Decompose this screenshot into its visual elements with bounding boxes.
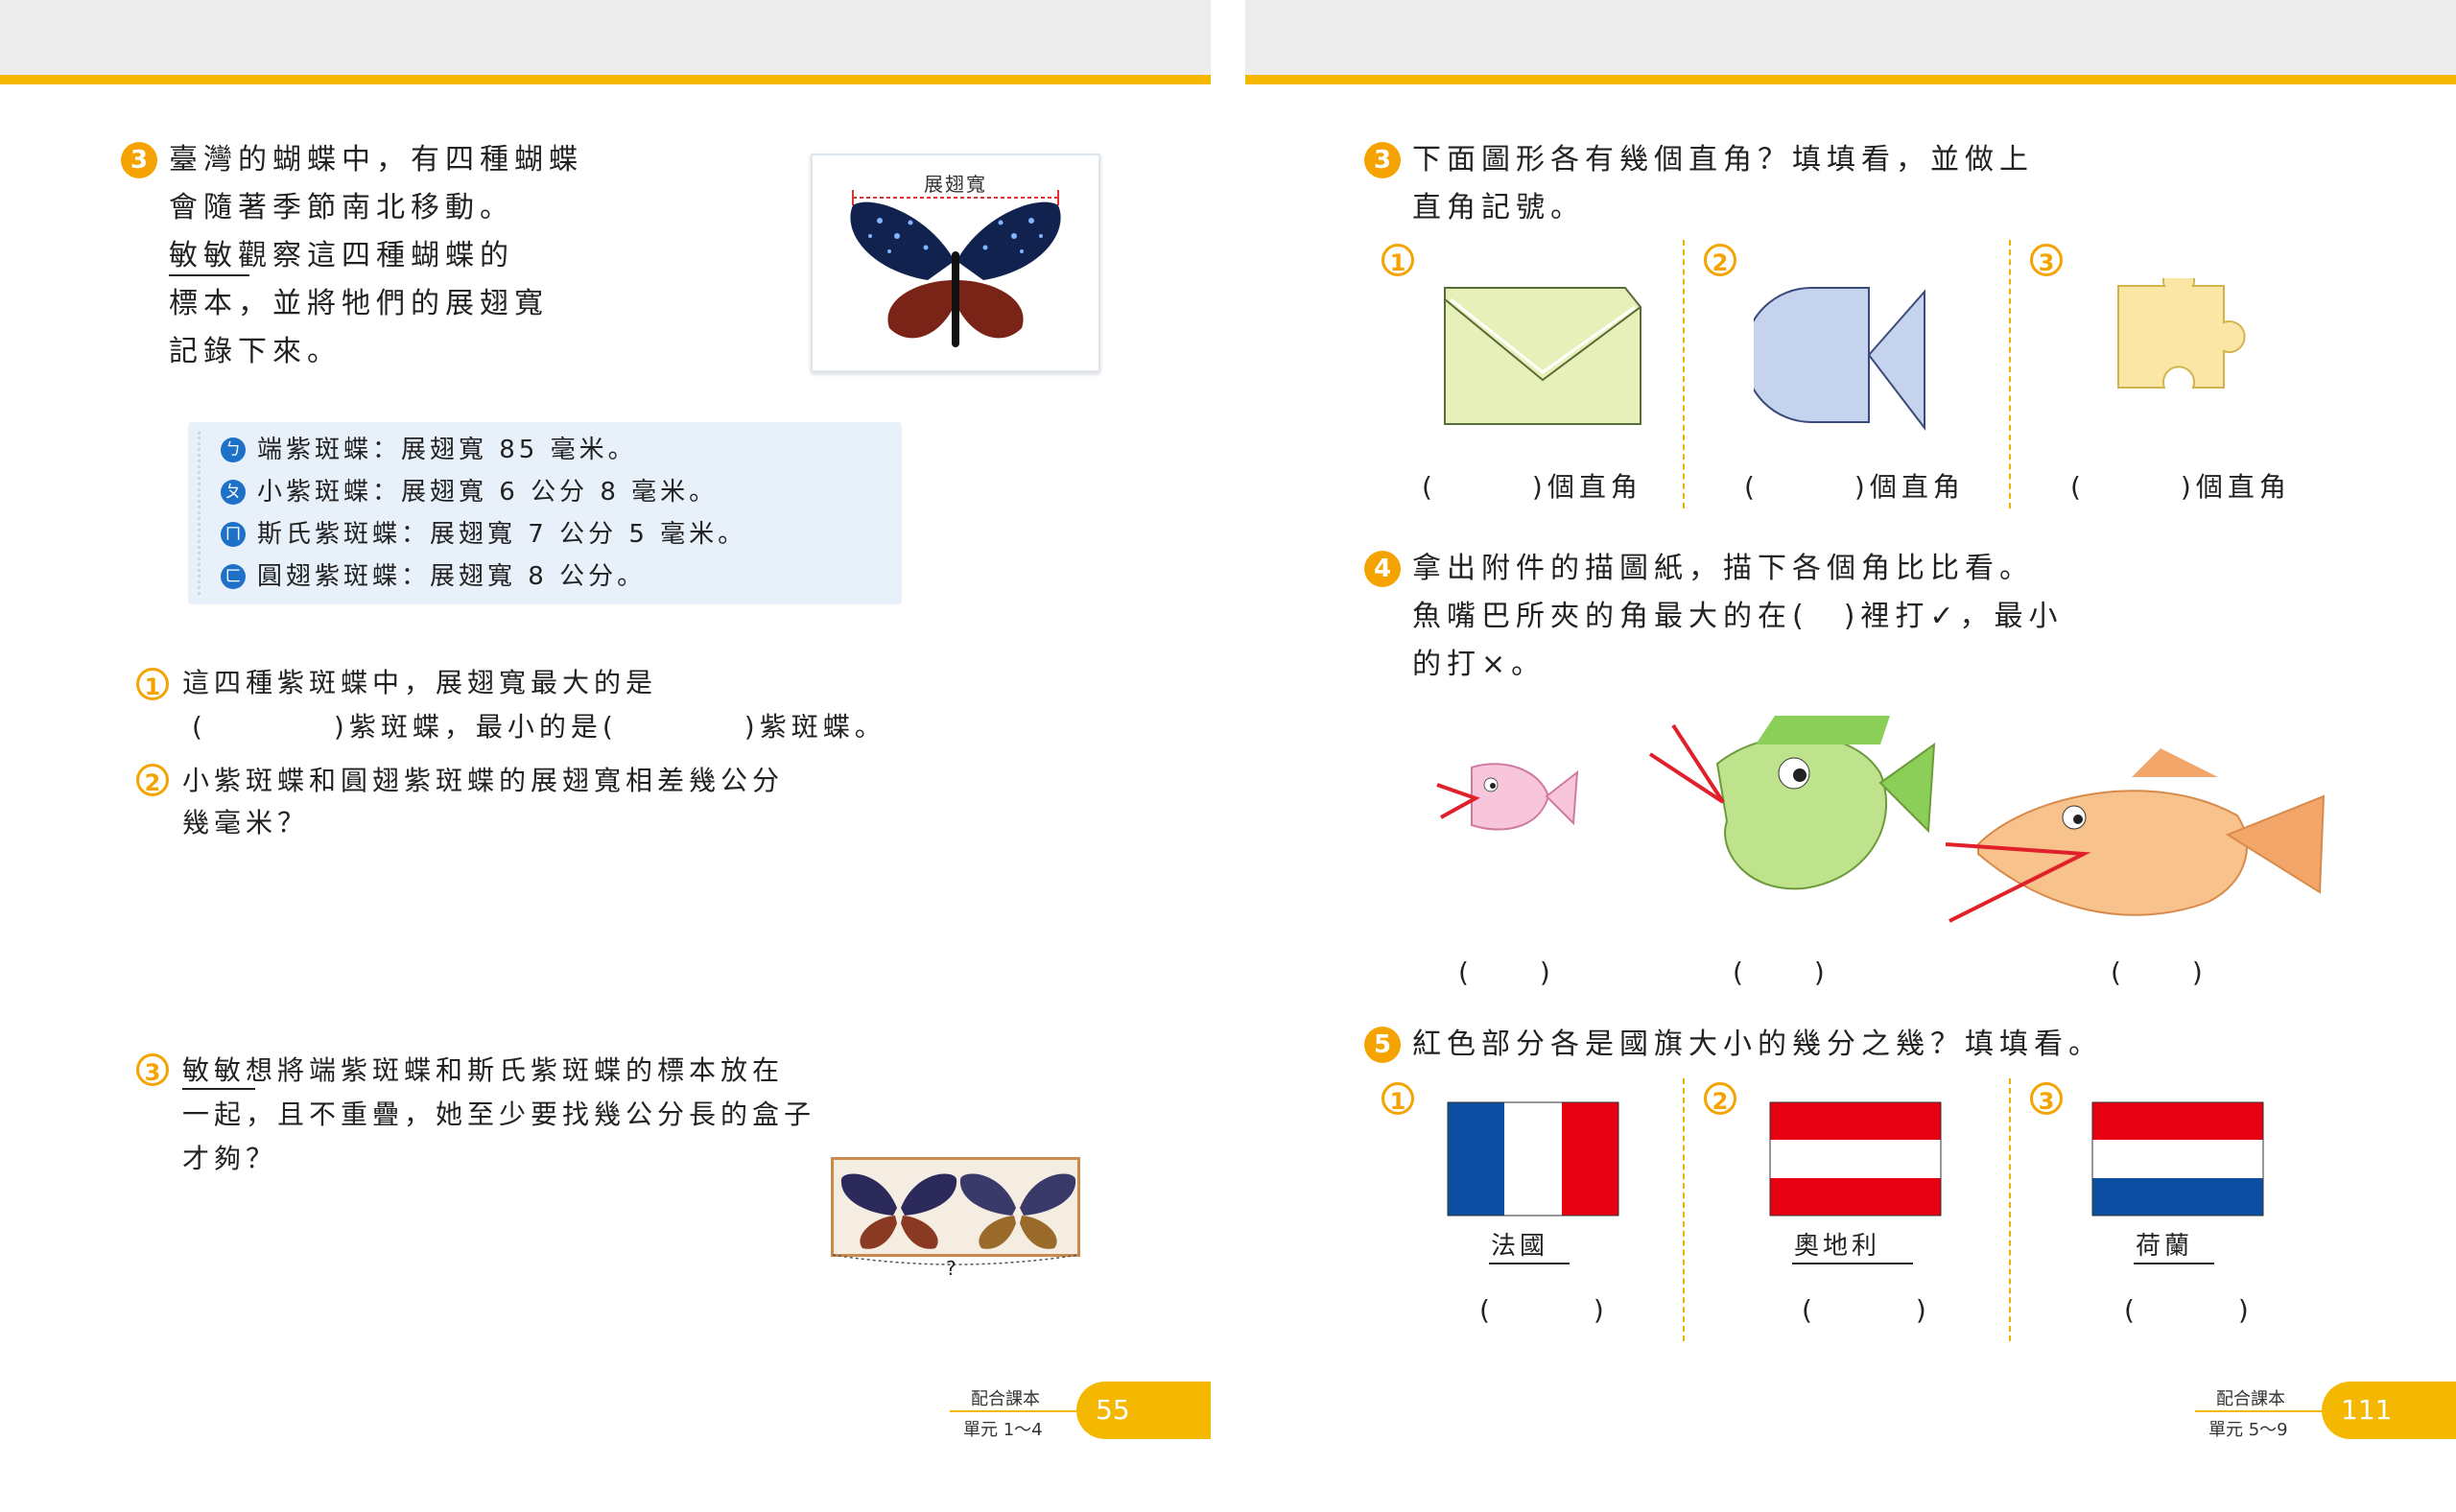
- sub-question-number: 3: [2030, 1082, 2063, 1115]
- panel-bullet: ㄆ: [221, 480, 246, 505]
- footer-unit: 單元 1～4: [963, 1420, 1043, 1440]
- panel-item: 小紫斑蝶：展翅寬 6 公分 8 毫米。: [257, 478, 719, 507]
- panel-item: 斯氏紫斑蝶：展翅寬 7 公分 5 毫米。: [257, 520, 747, 549]
- answer-blank[interactable]: ( )個直角: [2070, 474, 2291, 501]
- orange-fish-icon: [1945, 748, 2326, 923]
- puzzle-piece-icon: [2117, 278, 2246, 389]
- flag-answer-blank[interactable]: ( ): [1479, 1297, 1610, 1324]
- fish-shape-icon: [1754, 287, 1925, 431]
- question-number: 4: [1364, 551, 1401, 587]
- sub1-line1: 這四種紫斑蝶中，展翅寬最大的是: [182, 667, 658, 698]
- page-number: 111: [2322, 1382, 2456, 1439]
- header-band: [1245, 0, 2456, 75]
- envelope-shape-icon: [1444, 287, 1641, 425]
- flag-answer-blank[interactable]: ( ): [2124, 1297, 2255, 1324]
- q3-line2: 會隨著季節南北移動。: [169, 191, 514, 224]
- q4-line2: 魚嘴巴所夾的角最大的在( )裡打✓，最小: [1412, 600, 2064, 633]
- fish-answer-blank[interactable]: ( ): [2111, 959, 2208, 986]
- sub-question-number: 1: [1382, 244, 1414, 276]
- page-number: 55: [1076, 1382, 1211, 1439]
- header-stripe: [1245, 75, 2456, 84]
- fish-answer-blank[interactable]: ( ): [1458, 959, 1556, 986]
- butterfly-photo: 展翅寬: [811, 154, 1100, 372]
- header-stripe: [0, 75, 1211, 84]
- q4-line1: 拿出附件的描圖紙，描下各個角比比看。: [1412, 552, 2034, 585]
- question-number: 3: [1364, 142, 1401, 178]
- q4-line3: 的打×。: [1412, 648, 1547, 681]
- column-divider: [2009, 240, 2011, 508]
- name-underline: [182, 1088, 255, 1090]
- footer-label: 配合課本: [2216, 1389, 2285, 1409]
- austria-flag-icon: [1769, 1101, 1942, 1217]
- footer-rule: [2195, 1410, 2329, 1412]
- q3-line3: 敏敏觀察這四種蝴蝶的: [169, 239, 514, 272]
- panel-item: 圓翅紫斑蝶：展翅寬 8 公分。: [257, 562, 647, 591]
- butterflies-in-box-icon: [840, 1173, 1076, 1249]
- butterfly-info-panel: ㄅ 端紫斑蝶：展翅寬 85 毫米。 ㄆ 小紫斑蝶：展翅寬 6 公分 8 毫米。 …: [188, 422, 902, 604]
- q3-line5: 記錄下來。: [169, 335, 342, 368]
- q3-line4: 標本，並將牠們的展翅寬: [169, 287, 549, 320]
- column-divider: [2009, 1078, 2011, 1341]
- flag-name: 荷蘭: [2136, 1232, 2194, 1261]
- panel-item: 端紫斑蝶：展翅寬 85 毫米。: [257, 436, 637, 464]
- sub-question-number: 3: [2030, 244, 2063, 276]
- footer-label: 配合課本: [971, 1389, 1040, 1409]
- q3-line1: 臺灣的蝴蝶中，有四種蝴蝶: [169, 143, 583, 177]
- left-page: 3 臺灣的蝴蝶中，有四種蝴蝶 會隨著季節南北移動。 敏敏觀察這四種蝴蝶的 標本，…: [0, 0, 1211, 1512]
- right-page: 3 下面圖形各有幾個直角？填填看，並做上 直角記號。 1 2 3 ( )個直角 …: [1245, 0, 2456, 1512]
- panel-bullet: ㄇ: [221, 522, 246, 547]
- column-divider: [1683, 240, 1685, 508]
- name-underline: [2134, 1263, 2214, 1264]
- panel-bullet: ㄅ: [221, 437, 246, 462]
- name-underline: [169, 274, 249, 276]
- header-band: [0, 0, 1211, 75]
- sub-question-number: 3: [136, 1053, 169, 1086]
- sub-question-number: 1: [1382, 1082, 1414, 1115]
- sub-question-number: 2: [136, 764, 169, 796]
- box-width-mark: ?: [946, 1257, 956, 1280]
- sub3-line1: 敏敏想將端紫斑蝶和斯氏紫斑蝶的標本放在: [182, 1054, 785, 1086]
- question-number: 5: [1364, 1027, 1401, 1063]
- question-number: 3: [121, 142, 157, 178]
- column-divider: [1683, 1078, 1685, 1341]
- fish-answer-blank[interactable]: ( ): [1733, 959, 1830, 986]
- panel-bullet: ㄈ: [221, 564, 246, 589]
- footer-unit: 單元 5～9: [2208, 1420, 2288, 1440]
- sub3-line3: 才夠？: [182, 1143, 278, 1174]
- sub1-line2: ( )紫斑蝶，最小的是( )紫斑蝶。: [192, 711, 886, 743]
- name-underline: [1489, 1263, 1570, 1264]
- page-gutter: [1211, 0, 1245, 1512]
- france-flag-icon: [1447, 1101, 1619, 1217]
- butterfly-box-photo: [831, 1157, 1080, 1257]
- sub3-line2: 一起，且不重疊，她至少要找幾公分長的盒子: [182, 1099, 816, 1130]
- flag-answer-blank[interactable]: ( ): [1802, 1297, 1932, 1324]
- flag-name: 奧地利: [1794, 1232, 1881, 1261]
- q5-line1: 紅色部分各是國旗大小的幾分之幾？填填看。: [1412, 1028, 2103, 1061]
- small-pink-fish-icon: [1436, 763, 1579, 831]
- footer-rule: [950, 1410, 1084, 1412]
- flag-name: 法國: [1491, 1232, 1549, 1261]
- sub2-line2: 幾毫米？: [182, 807, 310, 839]
- green-fish-icon: [1648, 716, 1936, 890]
- q3-line2: 直角記號。: [1412, 191, 1585, 224]
- sub-question-number: 2: [1704, 1082, 1736, 1115]
- answer-blank[interactable]: ( )個直角: [1422, 474, 1642, 501]
- q3-line1: 下面圖形各有幾個直角？填填看，並做上: [1412, 143, 2034, 177]
- netherlands-flag-icon: [2091, 1101, 2264, 1217]
- sub2-line1: 小紫斑蝶和圓翅紫斑蝶的展翅寬相差幾公分: [182, 765, 785, 796]
- sub-question-number: 2: [1704, 244, 1736, 276]
- butterfly-icon: [850, 190, 1061, 347]
- sub-question-number: 1: [136, 668, 169, 700]
- name-underline: [1792, 1263, 1913, 1264]
- answer-blank[interactable]: ( )個直角: [1744, 474, 1965, 501]
